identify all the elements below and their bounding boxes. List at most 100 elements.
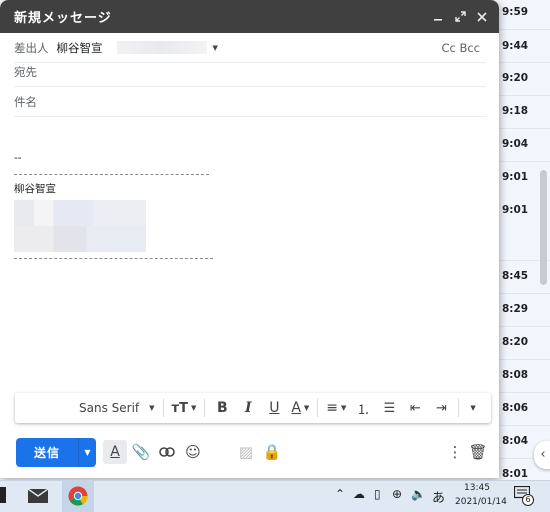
taskbar-app-edge[interactable]: [0, 487, 6, 503]
chrome-icon: [68, 486, 88, 506]
inbox-time[interactable]: 9:01: [502, 171, 528, 183]
fullscreen-button[interactable]: [449, 6, 471, 28]
confidential-mode-button[interactable]: 🔒: [260, 440, 284, 464]
from-label: 差出人: [14, 40, 49, 55]
cloud-icon[interactable]: ☁: [353, 487, 365, 501]
indent-less-icon: ⇤: [409, 400, 421, 416]
formatting-toolbar: Sans Serif ▼ тT ▼ B I U A ▼ ≡ ▼ ⒈ ☰ ⇤ ⇥ …: [15, 393, 491, 423]
inbox-time[interactable]: 8:45: [502, 270, 528, 282]
subject-label: 件名: [14, 94, 37, 109]
chevron-left-icon: ‹: [540, 447, 546, 462]
italic-button[interactable]: I: [235, 393, 261, 423]
inbox-time[interactable]: 9:18: [502, 105, 528, 117]
clock-date[interactable]: 2021/01/14: [455, 497, 507, 507]
chrome-app-button[interactable]: [62, 480, 94, 512]
minimize-icon: [434, 18, 442, 21]
chevron-down-icon: ▼: [149, 404, 155, 412]
side-panel-toggle[interactable]: ‹: [534, 441, 550, 469]
toolbar-divider: [162, 399, 164, 417]
inbox-scrollbar[interactable]: [540, 170, 547, 285]
inbox-time[interactable]: 9:44: [502, 40, 528, 52]
indent-more-icon: ⇥: [435, 400, 447, 416]
indent-less-button[interactable]: ⇤: [402, 393, 428, 423]
blurred-email-address: [116, 41, 207, 54]
close-button[interactable]: [471, 6, 493, 28]
underline-button[interactable]: U: [261, 393, 287, 423]
discard-draft-button[interactable]: 🗑: [466, 440, 490, 464]
font-size-button[interactable]: тT ▼: [168, 393, 201, 423]
underline-icon: U: [269, 400, 280, 416]
network-globe-icon[interactable]: ⊕: [392, 487, 402, 501]
mail-app-button[interactable]: [26, 484, 50, 508]
insert-photo-button[interactable]: ▨: [234, 440, 258, 464]
inbox-time[interactable]: 8:06: [502, 402, 528, 414]
compose-title: 新規メッセージ: [14, 11, 112, 26]
numbered-list-button[interactable]: ⒈: [350, 393, 376, 423]
insert-emoji-button[interactable]: ☺: [181, 440, 205, 464]
device-icon[interactable]: ▯: [374, 487, 381, 501]
inbox-time[interactable]: 9:01: [502, 204, 528, 216]
chevron-down-icon: ▼: [470, 404, 476, 412]
row-divider: [499, 62, 550, 63]
attach-files-button[interactable]: 📎: [129, 440, 153, 464]
font-family-value: Sans Serif: [79, 401, 140, 415]
chevron-down-icon: ▼: [84, 448, 91, 457]
row-divider: [499, 293, 550, 294]
align-left-icon: ≡: [326, 400, 339, 416]
subject-field[interactable]: 件名: [14, 87, 486, 117]
align-button[interactable]: ≡ ▼: [322, 393, 350, 423]
italic-icon: I: [245, 400, 252, 416]
bold-button[interactable]: B: [209, 393, 235, 423]
row-divider: [499, 359, 550, 360]
signature-separator: --: [14, 152, 22, 164]
cc-bcc-link[interactable]: Cc Bcc: [441, 41, 480, 55]
formatting-options-button[interactable]: A: [103, 440, 127, 464]
clock-time[interactable]: 13:45: [464, 483, 490, 493]
indent-more-button[interactable]: ⇥: [428, 393, 454, 423]
inbox-time[interactable]: 8:08: [502, 369, 528, 381]
inbox-time[interactable]: 8:04: [502, 435, 528, 447]
text-color-icon: A: [291, 400, 301, 416]
inbox-time[interactable]: 9:20: [502, 72, 528, 84]
more-formatting-button[interactable]: ▼: [463, 393, 479, 423]
chevron-down-icon[interactable]: ▼: [213, 44, 218, 52]
numbered-list-icon: ⒈: [356, 402, 370, 418]
inbox-time[interactable]: 8:29: [502, 303, 528, 315]
send-button[interactable]: 送信: [16, 438, 78, 467]
send-options-button[interactable]: ▼: [78, 438, 96, 467]
more-vert-icon: ⋮: [447, 443, 463, 461]
compose-header: 新規メッセージ: [0, 0, 499, 33]
inbox-time[interactable]: 8:01: [502, 468, 528, 480]
text-size-icon: тT: [171, 400, 188, 416]
to-field[interactable]: 宛先: [14, 57, 486, 87]
toolbar-divider: [317, 399, 319, 417]
chevron-down-icon: ▼: [303, 404, 310, 412]
blurred-signature-details: [14, 226, 146, 252]
bulleted-list-button[interactable]: ☰: [376, 393, 402, 423]
expand-icon: [454, 11, 466, 22]
ime-indicator[interactable]: あ: [432, 487, 445, 506]
minimize-button[interactable]: [427, 6, 449, 28]
row-divider: [499, 326, 550, 327]
insert-link-button[interactable]: [155, 440, 179, 464]
to-label: 宛先: [14, 64, 37, 79]
inbox-time[interactable]: 8:20: [502, 336, 528, 348]
compose-window: 新規メッセージ 差出人 柳谷智宣 ▼ Cc Bcc 宛先 件名 -- 柳谷智宣 …: [0, 0, 499, 478]
inbox-time[interactable]: 9:04: [502, 138, 528, 150]
inbox-time[interactable]: 9:59: [502, 6, 528, 18]
link-icon: [159, 447, 175, 457]
chevron-up-icon[interactable]: ⌃: [335, 487, 345, 501]
lock-clock-icon: 🔒: [262, 443, 282, 461]
notification-center-button[interactable]: 6: [514, 486, 534, 506]
notification-count-badge: 6: [522, 494, 534, 506]
signature-dashed-line: [14, 258, 213, 259]
row-divider: [499, 128, 550, 129]
font-family-select[interactable]: Sans Serif ▼: [75, 393, 159, 423]
message-body[interactable]: -- 柳谷智宣: [14, 152, 486, 196]
more-options-button[interactable]: ⋮: [443, 440, 467, 464]
trash-icon: 🗑: [468, 443, 488, 461]
volume-icon[interactable]: 🔈: [411, 487, 426, 501]
text-color-button[interactable]: A ▼: [287, 393, 313, 423]
row-divider: [499, 392, 550, 393]
row-divider: [499, 425, 550, 426]
